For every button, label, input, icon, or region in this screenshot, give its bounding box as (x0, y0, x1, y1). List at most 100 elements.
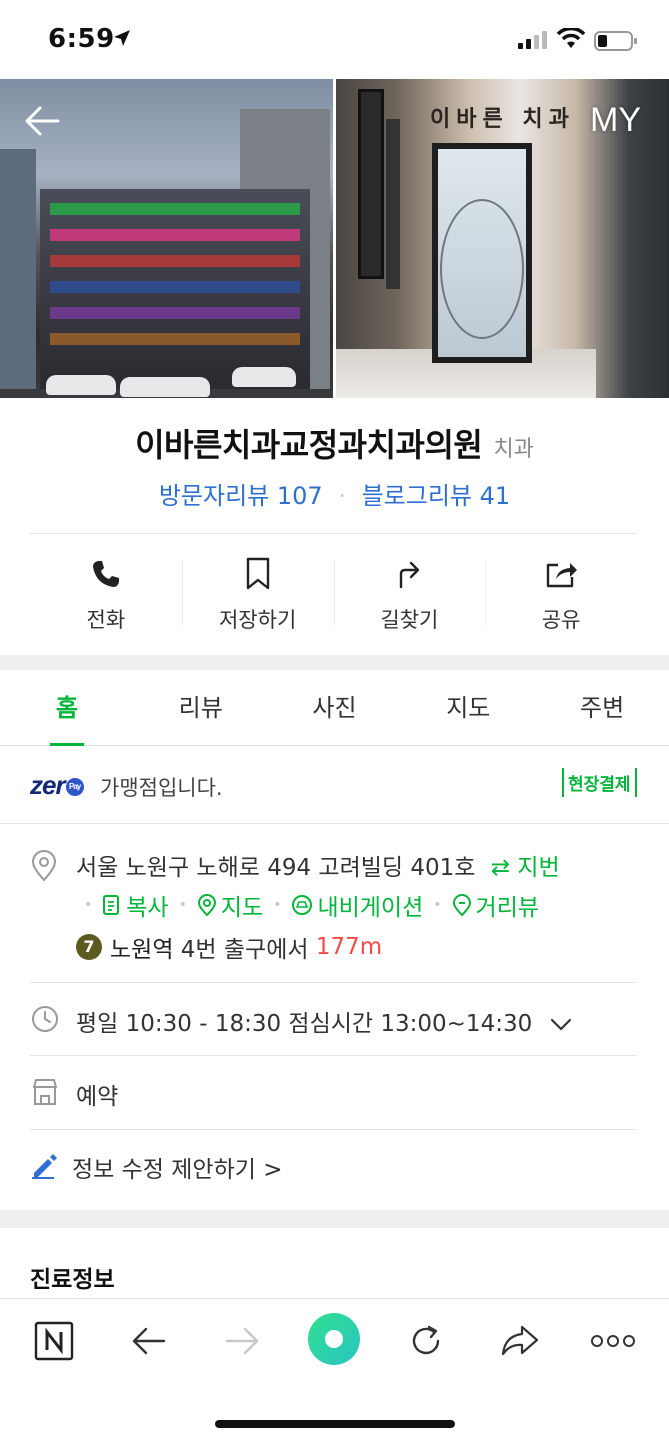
share-label: 공유 (541, 608, 581, 632)
place-header: 이바른치과교정과치과의원 치과 (0, 420, 669, 466)
zeropay-row: zer Pay 가맹점입니다. 현장결제 (0, 746, 669, 824)
arrow-right-icon (225, 1327, 259, 1355)
separator-dot: • (178, 897, 187, 913)
share-icon (546, 563, 578, 588)
copy-link[interactable]: 복사 (102, 888, 169, 922)
station-distance: 177m (315, 934, 383, 960)
separator-dot: · (338, 482, 346, 510)
save-label: 저장하기 (218, 608, 297, 632)
battery-icon (594, 31, 637, 51)
naver-home-button[interactable] (32, 1319, 76, 1363)
status-time: 6:59 (48, 24, 115, 54)
phone-icon (92, 561, 119, 587)
browser-toolbar (0, 1298, 669, 1442)
divider (30, 1055, 637, 1056)
navigation-label: 내비게이션 (317, 895, 424, 921)
location-arrow-icon (114, 30, 130, 46)
store-icon (33, 1079, 57, 1105)
my-button[interactable]: MY (590, 101, 641, 140)
reservation-row[interactable]: 예약 (76, 1077, 118, 1111)
pencil-icon (32, 1154, 57, 1179)
call-button[interactable]: 전화 (30, 548, 182, 638)
clock-icon (32, 1006, 58, 1032)
tab-photos[interactable]: 사진 (268, 670, 402, 745)
zeropay-logo-text: zer (30, 770, 66, 800)
green-dot-button[interactable] (306, 1311, 362, 1367)
swap-icon: ⇄ (490, 855, 511, 881)
separator-dot: • (84, 897, 93, 913)
map-pin-icon (197, 894, 216, 916)
directions-label: 길찾기 (380, 608, 439, 632)
chevron-down-icon (550, 1018, 571, 1030)
green-dot-icon (308, 1313, 360, 1365)
jibun-toggle[interactable]: ⇄ 지번 (491, 855, 560, 881)
separator-dot: • (433, 897, 442, 913)
divider (30, 982, 637, 983)
jibun-label: 지번 (517, 855, 560, 881)
zeropay-pay-mark: Pay (65, 778, 84, 797)
map-link[interactable]: 지도 (197, 888, 263, 922)
blog-review-link[interactable]: 블로그리뷰 41 (362, 482, 511, 510)
door-decoration (440, 199, 524, 339)
zeropay-text: 가맹점입니다. (100, 776, 223, 800)
business-hours[interactable]: 평일 10:30 - 18:30 점심시간 13:00~14:30 (76, 1004, 572, 1038)
share-arrow-icon (501, 1325, 539, 1356)
tab-bar: 홈 리뷰 사진 지도 주변 (0, 670, 669, 746)
sign-strip (50, 307, 300, 319)
more-button[interactable] (590, 1319, 636, 1363)
bookmark-icon (246, 557, 269, 590)
tab-nearby[interactable]: 주변 (535, 670, 669, 745)
copy-icon (103, 895, 120, 915)
cellular-signal-icon (518, 31, 547, 49)
wall-frame (386, 119, 400, 289)
divider (30, 1129, 637, 1130)
navigation-link[interactable]: 내비게이션 (291, 888, 423, 922)
refresh-icon (412, 1325, 440, 1355)
copy-label: 복사 (126, 895, 169, 921)
place-category: 치과 (493, 437, 534, 462)
refresh-button[interactable] (404, 1319, 448, 1363)
address-text: 서울 노원구 노해로 494 고려빌딩 401호 (76, 855, 476, 881)
sign-strip (50, 203, 300, 215)
medical-info-title: 진료정보 (30, 1267, 115, 1293)
browser-back-button[interactable] (127, 1319, 171, 1363)
tab-reviews[interactable]: 리뷰 (134, 670, 268, 745)
save-button[interactable]: 저장하기 (181, 548, 334, 638)
section-gap (0, 655, 669, 670)
share-button[interactable]: 공유 (485, 548, 637, 638)
suggest-edit-link[interactable]: 정보 수정 제안하기 > (72, 1150, 283, 1184)
wall-frame (358, 89, 384, 279)
more-dots-icon (591, 1335, 635, 1347)
hours-text: 평일 10:30 - 18:30 점심시간 13:00~14:30 (76, 1011, 533, 1037)
car-shape (232, 367, 296, 387)
onsite-payment-badge: 현장결제 (562, 768, 637, 797)
visitor-review-link[interactable]: 방문자리뷰 107 (159, 482, 323, 510)
review-counts: 방문자리뷰 107 · 블로그리뷰 41 (0, 476, 669, 511)
home-indicator (215, 1420, 455, 1428)
tower-shape (0, 149, 36, 389)
building-shape (40, 189, 310, 389)
sign-strip (50, 229, 300, 241)
directions-button[interactable]: 길찾기 (333, 548, 486, 638)
street-view-label: 거리뷰 (475, 895, 540, 921)
car-shape (46, 375, 116, 395)
browser-forward-button[interactable] (220, 1319, 264, 1363)
action-bar: 전화 저장하기 길찾기 공유 (30, 548, 637, 638)
hero-photos[interactable]: 이바른 치과 MY (0, 79, 669, 398)
tab-home[interactable]: 홈 (0, 670, 134, 746)
car-shape (120, 377, 210, 397)
separator-dot: • (273, 897, 282, 913)
sign-strip (50, 281, 300, 293)
divider (30, 533, 637, 534)
street-view-link[interactable]: 거리뷰 (452, 888, 539, 922)
sign-strip (50, 255, 300, 267)
browser-share-button[interactable] (498, 1319, 542, 1363)
naver-n-icon (34, 1321, 74, 1361)
tab-map[interactable]: 지도 (401, 670, 535, 745)
wifi-icon (556, 28, 586, 48)
back-arrow-icon[interactable] (22, 101, 62, 141)
street-view-icon (452, 894, 471, 916)
arrow-left-icon (132, 1327, 166, 1355)
clinic-sign: 이바른 치과 (430, 106, 575, 132)
subway-line-badge: 7 (76, 934, 102, 960)
